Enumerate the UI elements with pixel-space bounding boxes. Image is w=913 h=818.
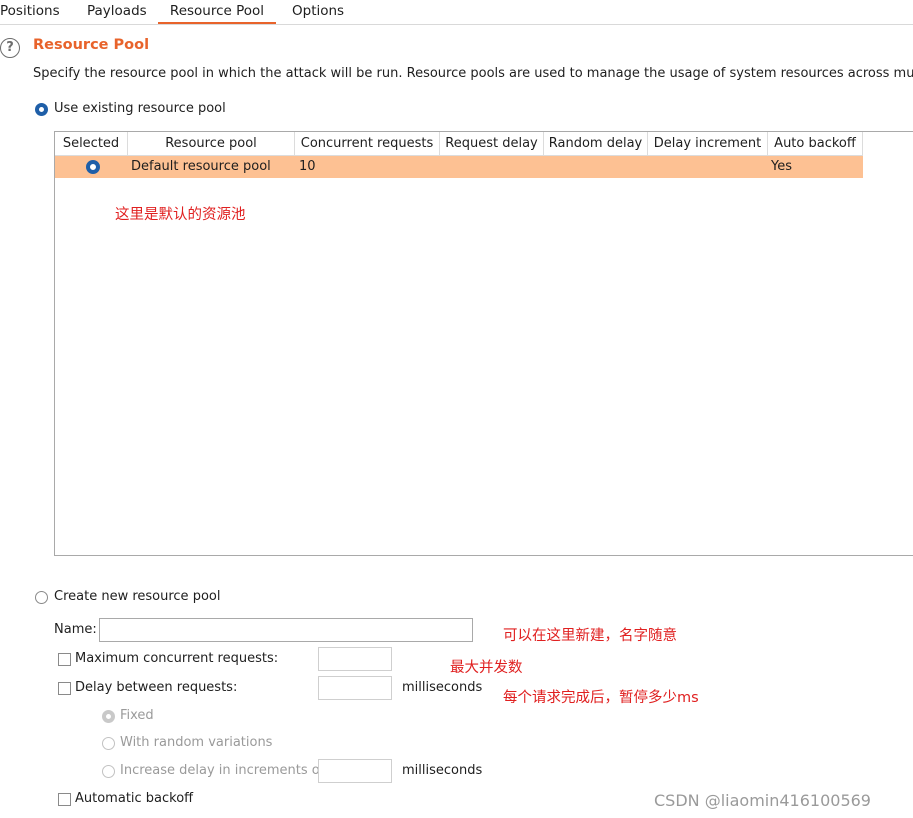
cell-resource-pool: Default resource pool [131,159,271,174]
random-variations-label: With random variations [120,735,273,750]
section-title: Resource Pool [33,37,150,53]
col-header-concurrent-requests[interactable]: Concurrent requests [295,132,440,156]
cell-concurrent-requests: 10 [299,159,316,174]
col-header-selected[interactable]: Selected [55,132,128,156]
fixed-radio[interactable] [102,710,115,723]
delay-input[interactable] [318,676,392,700]
auto-backoff-label: Automatic backoff [75,791,194,806]
create-new-radio[interactable] [35,591,48,604]
delay-checkbox[interactable] [58,682,71,695]
tab-options[interactable]: Options [292,0,344,24]
table-row[interactable]: Default resource pool 10 Yes [55,156,863,178]
use-existing-label: Use existing resource pool [54,101,226,116]
fixed-label: Fixed [120,708,154,723]
use-existing-radio[interactable] [35,103,48,116]
annotation-max-concurrency: 最大并发数 [450,660,523,676]
tab-payloads[interactable]: Payloads [87,0,147,24]
create-new-label: Create new resource pool [54,589,221,604]
watermark: CSDN @liaomin416100569 [654,791,871,810]
increase-delay-radio[interactable] [102,765,115,778]
increase-delay-label: Increase delay in increments of [120,763,325,778]
col-header-auto-backoff[interactable]: Auto backoff [768,132,863,156]
random-variations-radio[interactable] [102,737,115,750]
annotation-pause-after: 每个请求完成后，暂停多少ms [503,690,699,706]
row-selected-radio[interactable] [86,160,100,174]
section-description: Specify the resource pool in which the a… [33,66,913,81]
delay-label: Delay between requests: [75,680,238,695]
cell-auto-backoff: Yes [771,159,792,174]
name-label: Name: [54,622,97,637]
col-header-resource-pool[interactable]: Resource pool [128,132,295,156]
annotation-create-here: 可以在这里新建，名字随意 [503,628,677,644]
max-concurrent-checkbox[interactable] [58,653,71,666]
name-input[interactable] [99,618,473,642]
annotation-default-pool: 这里是默认的资源池 [115,207,246,223]
col-header-delay-increment[interactable]: Delay increment [648,132,768,156]
resource-pool-table: Selected Resource pool Concurrent reques… [54,131,913,556]
max-concurrent-label: Maximum concurrent requests: [75,651,279,666]
increase-unit-label: milliseconds [402,763,483,778]
increase-delay-input[interactable] [318,759,392,783]
question-circle-icon[interactable]: ? [0,38,20,58]
delay-unit-label: milliseconds [402,680,483,695]
max-concurrent-input[interactable] [318,647,392,671]
col-header-random-delay[interactable]: Random delay [544,132,648,156]
auto-backoff-checkbox[interactable] [58,793,71,806]
tab-resource-pool[interactable]: Resource Pool [158,0,276,24]
tab-bar: Positions Payloads Resource Pool Options [0,0,913,25]
col-header-request-delay[interactable]: Request delay [440,132,544,156]
tab-positions[interactable]: Positions [0,0,60,24]
